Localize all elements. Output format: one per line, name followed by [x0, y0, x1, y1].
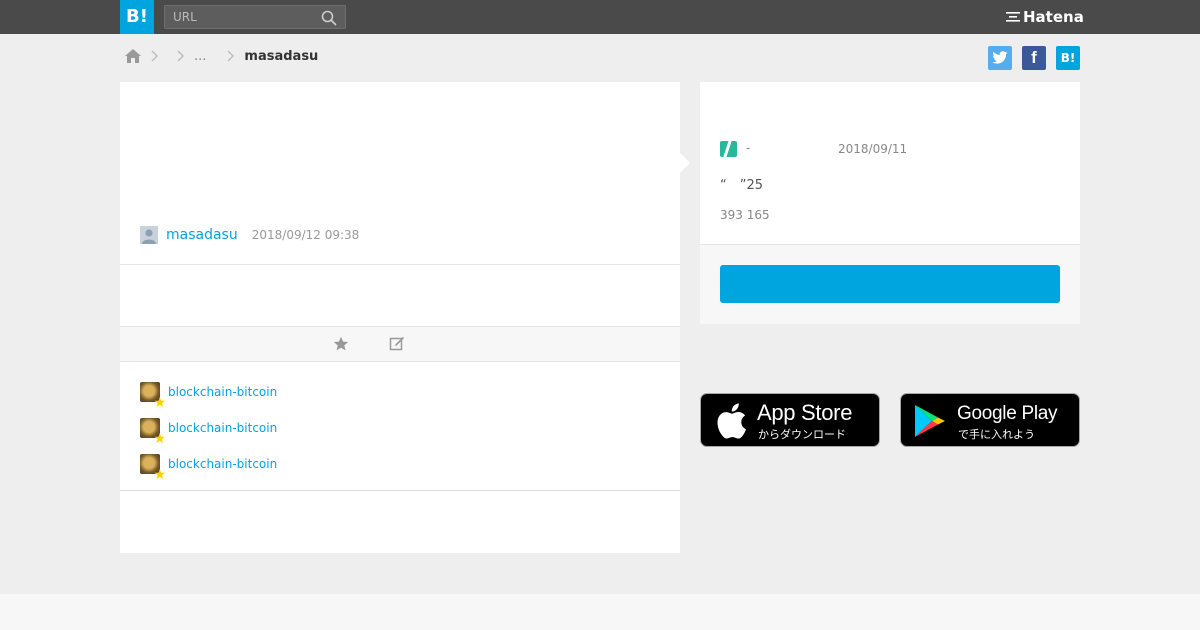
page-footer — [0, 594, 1200, 630]
divider — [120, 264, 680, 265]
brand-label: Hatena — [1023, 8, 1084, 26]
view-entry-button[interactable] — [720, 265, 1060, 303]
twitter-share-button[interactable] — [988, 46, 1012, 70]
hatena-bookmark-share-button[interactable]: B! — [1056, 46, 1080, 70]
star-user-avatar[interactable]: ★ — [140, 382, 166, 410]
list-item[interactable]: ★ blockchain-bitcoin — [140, 454, 277, 490]
breadcrumb: ... masadasu — [124, 46, 318, 66]
facebook-share-button[interactable]: f — [1022, 46, 1046, 70]
list-item[interactable]: ★ blockchain-bitcoin — [140, 382, 277, 418]
star-icon: ★ — [153, 395, 166, 411]
app-store-sublabel: からダウンロード — [758, 428, 846, 441]
divider — [120, 490, 680, 491]
entry-date: 2018/09/11 — [838, 142, 908, 156]
search-icon[interactable] — [321, 10, 337, 26]
facebook-icon: f — [1031, 48, 1037, 67]
home-icon[interactable] — [124, 48, 142, 64]
action-bar — [120, 326, 680, 362]
user-silhouette-icon — [142, 229, 156, 244]
star-user-avatar[interactable]: ★ — [140, 454, 166, 482]
hatena-brand[interactable]: Hatena — [1006, 8, 1084, 26]
google-play-sublabel: で手に入れよう — [958, 428, 1035, 441]
star-user-avatar[interactable]: ★ — [140, 418, 166, 446]
star-icon: ★ — [153, 467, 166, 483]
app-store-label: App Store — [757, 400, 853, 425]
chevron-right-icon — [227, 50, 235, 62]
google-play-badge[interactable]: Google Play で手に入れよう — [900, 393, 1080, 447]
star-user-name[interactable]: blockchain-bitcoin — [168, 418, 277, 438]
edit-comment-icon[interactable] — [388, 335, 406, 353]
chevron-right-icon — [151, 50, 158, 62]
bookmark-datetime: 2018/09/12 09:38 — [251, 228, 360, 242]
top-bar: B! Hatena — [0, 0, 1200, 34]
breadcrumb-current: masadasu — [244, 48, 319, 64]
star-user-name[interactable]: blockchain-bitcoin — [168, 454, 277, 474]
entry-source[interactable]: - — [746, 141, 750, 155]
breadcrumb-ellipsis[interactable]: ... — [194, 49, 206, 64]
hatena-bookmark-logo[interactable]: B! — [120, 0, 154, 34]
entry-title[interactable]: “ ”25 — [720, 174, 763, 193]
hatena-bookmark-icon: B! — [1060, 51, 1076, 65]
hatena-mark-icon — [1006, 12, 1020, 22]
entry-info-card: - 2018/09/11 “ ”25 393 165 — [700, 82, 1080, 324]
google-play-label: Google Play — [957, 403, 1058, 424]
star-icon[interactable] — [332, 335, 350, 353]
star-icon: ★ — [153, 431, 166, 447]
app-store-badge[interactable]: App Store からダウンロード — [700, 393, 880, 447]
bookmark-user-row: masadasu 2018/09/12 09:38 — [140, 225, 359, 245]
username-link[interactable]: masadasu — [166, 227, 238, 243]
google-play-icon — [915, 405, 945, 437]
search-input[interactable] — [165, 6, 315, 28]
bookmark-entry-card: masadasu 2018/09/12 09:38 ★ blockchain-b… — [120, 82, 680, 553]
star-list: ★ blockchain-bitcoin ★ blockchain-bitcoi… — [140, 382, 277, 490]
twitter-icon — [992, 51, 1008, 64]
search-box — [164, 5, 346, 29]
avatar[interactable] — [140, 226, 158, 244]
star-user-name[interactable]: blockchain-bitcoin — [168, 382, 277, 402]
chevron-right-icon — [177, 50, 184, 62]
apple-icon — [717, 403, 746, 439]
entry-counts: 393 165 — [720, 208, 770, 222]
list-item[interactable]: ★ blockchain-bitcoin — [140, 418, 277, 454]
hatena-blog-icon[interactable] — [720, 141, 737, 157]
card-pointer — [680, 153, 690, 173]
